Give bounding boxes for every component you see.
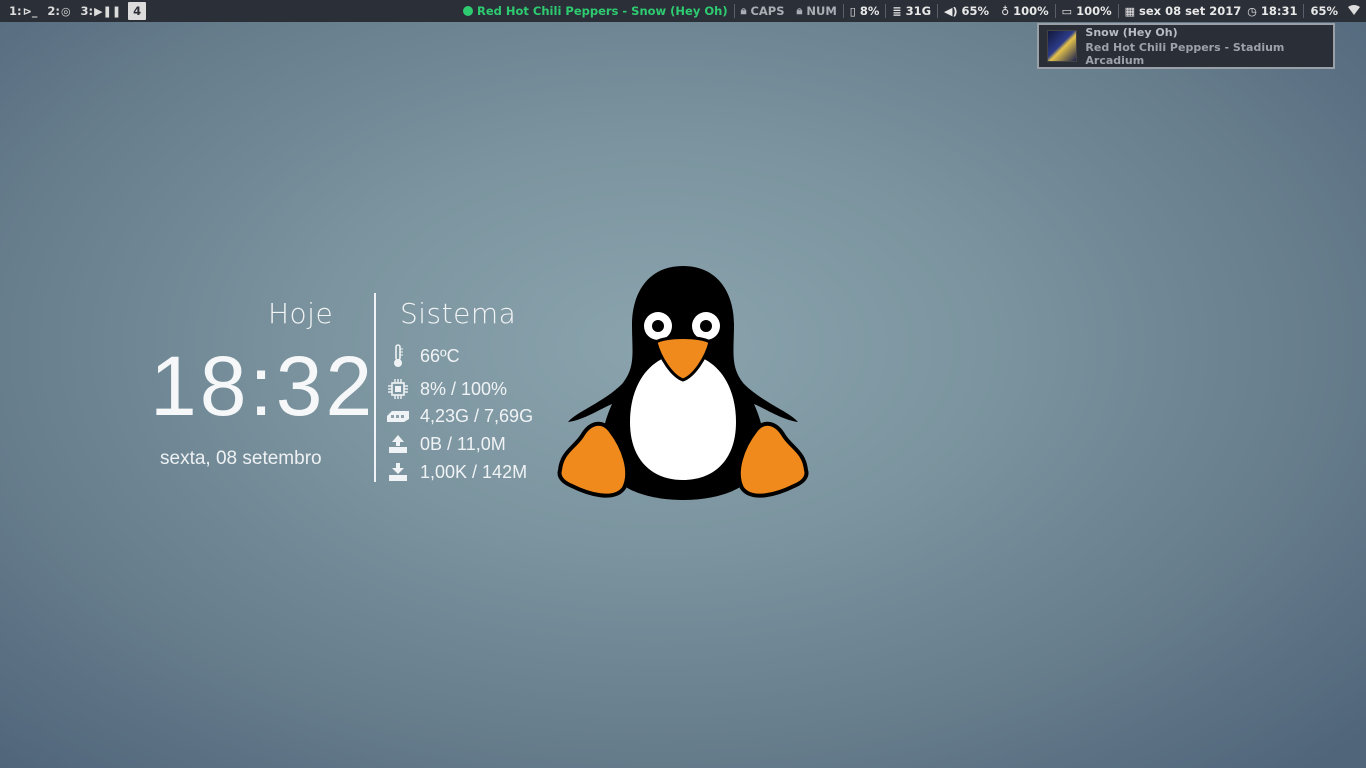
album-art-icon <box>1047 30 1078 62</box>
num-label: NUM <box>806 4 837 18</box>
memory-value: 4,23G / 7,69G <box>420 405 534 426</box>
temperature-row: 66ºC <box>386 343 460 369</box>
notification-popup[interactable]: Snow (Hey Oh) Red Hot Chili Peppers - St… <box>1037 23 1335 69</box>
lightbulb-icon: ♁ <box>1001 4 1010 18</box>
clock-value: 18:31 <box>1260 4 1298 18</box>
workspace-1[interactable]: 1: ⊳_ <box>4 0 42 22</box>
workspace-switcher: 1: ⊳_ 2: ◎ 3: ▶❚❚ 4 <box>0 0 147 22</box>
upload-icon <box>386 433 410 455</box>
status-modules: Red Hot Chili Peppers - Snow (Hey Oh) 🔒︎… <box>457 0 1366 22</box>
date-value: sex 08 set 2017 <box>1139 4 1242 18</box>
date-module[interactable]: ▦ sex 08 set 2017 <box>1119 0 1248 22</box>
memory-row: 4,23G / 7,69G <box>386 403 533 429</box>
memory-chip-icon: ▯ <box>849 4 856 18</box>
wifi-module[interactable]: 65% <box>1304 0 1366 22</box>
clock-module[interactable]: ◷ 18:31 <box>1247 0 1303 22</box>
today-heading: Hoje <box>268 297 334 330</box>
top-panel: 1: ⊳_ 2: ◎ 3: ▶❚❚ 4 Red Hot Chili Pepper… <box>0 0 1366 22</box>
terminal-icon: ⊳_ <box>22 4 38 18</box>
caps-lock-indicator: 🔒︎ CAPS <box>735 0 791 22</box>
wifi-icon <box>1348 4 1360 18</box>
download-row: 1,00K / 142M <box>386 459 527 485</box>
thermometer-icon <box>386 344 410 367</box>
widget-divider <box>374 293 376 482</box>
spotify-icon <box>463 6 474 16</box>
battery-module[interactable]: ▭ 100% <box>1056 0 1118 22</box>
battery-icon: ▭ <box>1061 4 1073 18</box>
now-playing-text: Red Hot Chili Peppers - Snow (Hey Oh) <box>477 4 728 18</box>
download-icon <box>386 461 410 483</box>
brightness-value: 100% <box>1013 4 1049 18</box>
workspace-1-label: 1: <box>9 4 22 18</box>
download-value: 1,00K / 142M <box>420 461 528 482</box>
num-lock-indicator: 🔒︎ NUM <box>791 0 843 22</box>
workspace-3[interactable]: 3: ▶❚❚ <box>76 0 127 22</box>
media-player-icon: ▶❚❚ <box>94 4 122 18</box>
cpu-module[interactable]: ▯ 8% <box>844 0 886 22</box>
lock-icon: 🔒︎ <box>796 4 803 17</box>
upload-row: 0B / 11,0M <box>386 431 506 457</box>
chrome-icon: ◎ <box>60 4 71 18</box>
clock-icon: ◷ <box>1247 4 1257 18</box>
tux-penguin-logo <box>557 266 809 500</box>
notification-title: Snow (Hey Oh) <box>1085 25 1178 39</box>
upload-value: 0B / 11,0M <box>420 433 506 454</box>
notification-text: Snow (Hey Oh) Red Hot Chili Peppers - St… <box>1085 26 1333 67</box>
lock-icon: 🔒︎ <box>740 4 747 17</box>
speaker-icon: ◀) <box>944 4 958 18</box>
caps-label: CAPS <box>750 4 785 18</box>
widget-date: sexta, 08 setembro <box>160 448 322 469</box>
widget-clock: 18:32 <box>150 339 376 433</box>
now-playing-module[interactable]: Red Hot Chili Peppers - Snow (Hey Oh) <box>457 0 734 22</box>
temperature-value: 66ºC <box>420 345 460 366</box>
wifi-value: 65% <box>1310 4 1338 18</box>
workspace-3-label: 3: <box>80 4 94 18</box>
cpu-usage-value: 8% / 100% <box>420 378 508 399</box>
brightness-module[interactable]: ♁ 100% <box>995 0 1055 22</box>
database-icon: ≣ <box>892 4 902 18</box>
battery-value: 100% <box>1076 4 1112 18</box>
workspace-4-label: 4 <box>133 4 142 18</box>
disk-value: 31G <box>905 4 932 18</box>
calendar-icon: ▦ <box>1124 4 1136 18</box>
cpu-value: 8% <box>859 4 880 18</box>
system-heading: Sistema <box>400 297 517 330</box>
volume-value: 65% <box>961 4 990 18</box>
notification-body: Red Hot Chili Peppers - Stadium Arcadium <box>1085 40 1285 67</box>
volume-module[interactable]: ◀) 65% <box>938 0 995 22</box>
cpu-chip-icon <box>386 378 410 400</box>
ram-icon <box>386 405 410 427</box>
workspace-2-label: 2: <box>47 4 60 18</box>
workspace-2[interactable]: 2: ◎ <box>42 0 75 22</box>
cpu-row: 8% / 100% <box>386 376 507 402</box>
disk-module[interactable]: ≣ 31G <box>886 0 937 22</box>
workspace-4[interactable]: 4 <box>128 2 147 20</box>
